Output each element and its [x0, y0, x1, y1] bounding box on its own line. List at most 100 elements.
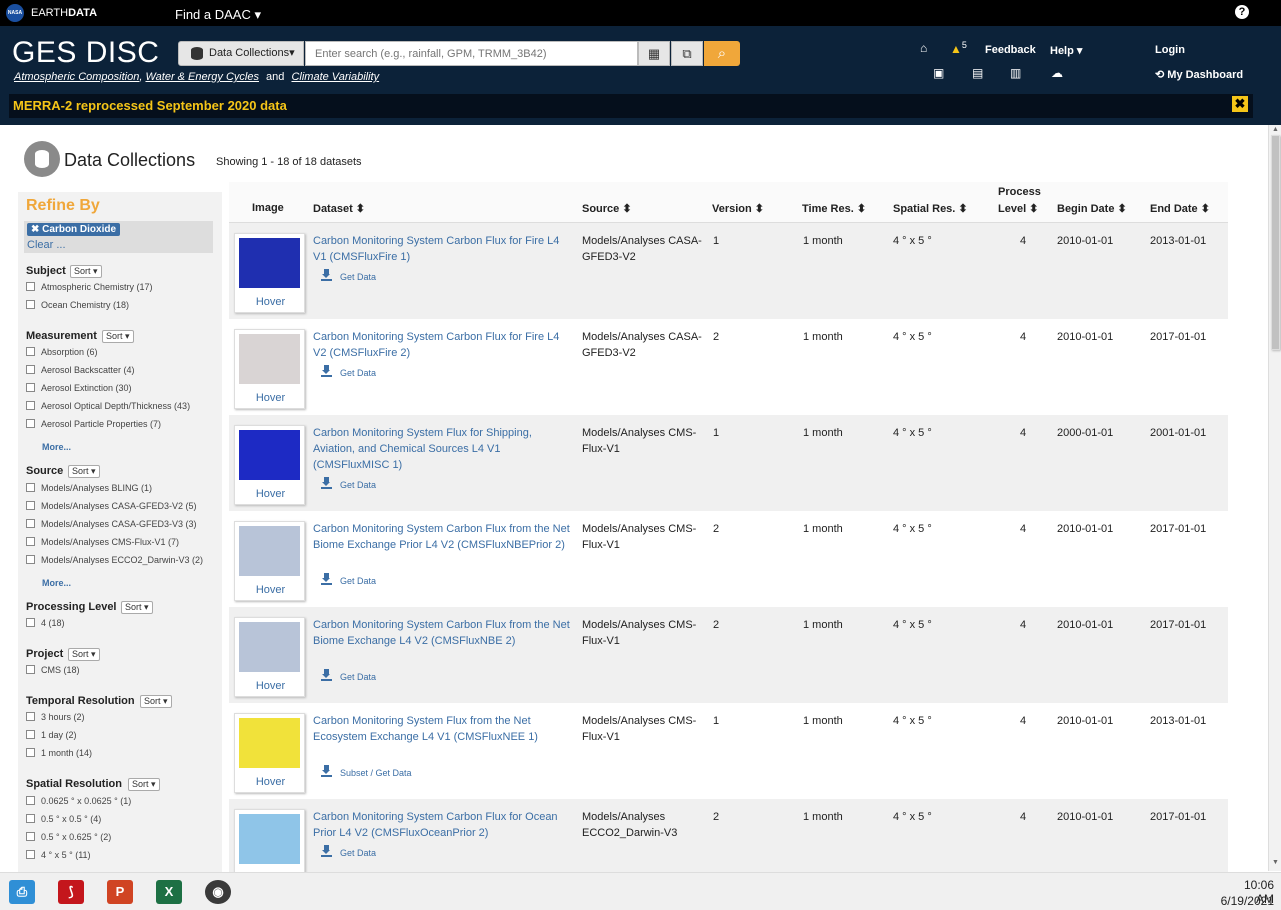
get-data-link[interactable]: Get Data — [321, 669, 376, 682]
facet-option[interactable]: 1 day (2) — [26, 729, 77, 742]
checkbox[interactable] — [26, 300, 35, 309]
acrobat-icon[interactable]: ⟆ — [58, 880, 84, 904]
more-link[interactable]: More... — [42, 442, 71, 452]
page-scrollbar[interactable]: ▲ ▼ — [1268, 125, 1281, 871]
earthdata-logo[interactable]: EARTHDATA — [31, 7, 97, 19]
powerpoint-icon[interactable]: P — [107, 880, 133, 904]
dataset-thumbnail[interactable]: Hover — [234, 713, 305, 793]
checkbox[interactable] — [26, 519, 35, 528]
checkbox[interactable] — [26, 537, 35, 546]
checkbox[interactable] — [26, 401, 35, 410]
checkbox[interactable] — [26, 748, 35, 757]
facet-option[interactable]: Models/Analyses CASA-GFED3-V2 (5) — [26, 500, 197, 513]
checkbox[interactable] — [26, 501, 35, 510]
help-menu[interactable]: Help ▾ — [1050, 44, 1082, 57]
feedback-link[interactable]: Feedback — [985, 44, 1036, 56]
facet-option[interactable]: Models/Analyses ECCO2_Darwin-V3 (2) — [26, 554, 203, 567]
more-link[interactable]: More... — [42, 578, 71, 588]
hover-link[interactable]: Hover — [235, 392, 306, 404]
checkbox[interactable] — [26, 832, 35, 841]
facet-option[interactable]: 4 (18) — [26, 617, 65, 630]
checkbox[interactable] — [26, 850, 35, 859]
site-title[interactable]: GES DISC — [12, 36, 159, 70]
checkbox[interactable] — [26, 282, 35, 291]
youtube-icon[interactable]: ▤ — [972, 66, 983, 80]
hover-link[interactable]: Hover — [235, 680, 306, 692]
scroll-down-icon[interactable]: ▼ — [1272, 859, 1279, 866]
filter-chip-carbon-dioxide[interactable]: ✖ Carbon Dioxide — [27, 223, 121, 236]
checkbox[interactable] — [26, 814, 35, 823]
search-button[interactable]: ⌕ — [704, 41, 740, 66]
checkbox[interactable] — [26, 555, 35, 564]
scroll-up-icon[interactable]: ▲ — [1272, 126, 1279, 133]
facet-option[interactable]: Ocean Chemistry (18) — [26, 299, 129, 312]
link-water-energy[interactable]: Water & Energy Cycles — [145, 71, 259, 83]
dataset-thumbnail[interactable]: Hover — [234, 521, 305, 601]
col-source[interactable]: Source ⬍ — [582, 202, 632, 215]
scrollbar-thumb[interactable] — [1271, 135, 1280, 350]
col-process-level[interactable]: Level ⬍ — [998, 202, 1038, 215]
facet-option[interactable]: 1 month (14) — [26, 747, 92, 760]
dataset-link[interactable]: Carbon Monitoring System Carbon Flux for… — [313, 329, 573, 361]
dataset-link[interactable]: Carbon Monitoring System Carbon Flux for… — [313, 233, 573, 265]
clock-date[interactable]: 6/19/2021 — [1214, 894, 1274, 908]
dataset-thumbnail[interactable]: Hover — [234, 617, 305, 697]
sort-button[interactable]: Sort ▾ — [70, 265, 102, 278]
nasa-logo[interactable]: NASA — [6, 4, 24, 22]
facet-option[interactable]: 4 ° x 5 ° (11) — [26, 849, 91, 862]
checkbox[interactable] — [26, 712, 35, 721]
help-icon[interactable]: ? — [1235, 5, 1249, 19]
get-data-link[interactable]: Subset / Get Data — [321, 765, 412, 778]
excel-icon[interactable]: X — [156, 880, 182, 904]
dataset-thumbnail[interactable]: Hover — [234, 809, 305, 872]
facet-option[interactable]: Aerosol Backscatter (4) — [26, 364, 135, 377]
hover-link[interactable]: Hover — [235, 584, 306, 596]
checkbox[interactable] — [26, 665, 35, 674]
get-data-link[interactable]: Get Data — [321, 845, 376, 858]
login-link[interactable]: Login — [1155, 44, 1185, 56]
link-climate-variability[interactable]: Climate Variability — [291, 71, 379, 83]
dataset-thumbnail[interactable]: Hover — [234, 329, 305, 409]
sort-button[interactable]: Sort ▾ — [102, 330, 134, 343]
data-collections-dropdown[interactable]: Data Collections▾ — [178, 41, 304, 66]
get-data-link[interactable]: Get Data — [321, 573, 376, 586]
checkbox[interactable] — [26, 383, 35, 392]
col-time-res[interactable]: Time Res. ⬍ — [802, 202, 866, 215]
facet-option[interactable]: 3 hours (2) — [26, 711, 85, 724]
dataset-link[interactable]: Carbon Monitoring System Flux for Shippi… — [313, 425, 573, 473]
alert-icon[interactable]: ▲5 — [950, 40, 967, 56]
news-icon[interactable]: ▥ — [1010, 66, 1021, 80]
col-dataset[interactable]: Dataset ⬍ — [313, 202, 365, 215]
link-atmospheric-composition[interactable]: Atmospheric Composition — [14, 71, 139, 83]
facet-option[interactable]: 0.5 ° x 0.5 ° (4) — [26, 813, 101, 826]
media-player-icon[interactable]: ◉ — [205, 880, 231, 904]
col-spatial-res[interactable]: Spatial Res. ⬍ — [893, 202, 968, 215]
facet-option[interactable]: Atmospheric Chemistry (17) — [26, 281, 153, 294]
dataset-thumbnail[interactable]: Hover — [234, 233, 305, 313]
col-version[interactable]: Version ⬍ — [712, 202, 764, 215]
dataset-link[interactable]: Carbon Monitoring System Flux from the N… — [313, 713, 573, 745]
sort-button[interactable]: Sort ▾ — [128, 778, 160, 791]
checkbox[interactable] — [26, 347, 35, 356]
close-icon[interactable]: ✖ — [1232, 96, 1248, 112]
facet-option[interactable]: CMS (18) — [26, 664, 80, 677]
get-data-link[interactable]: Get Data — [321, 269, 376, 282]
facet-option[interactable]: Aerosol Extinction (30) — [26, 382, 132, 395]
checkbox[interactable] — [26, 796, 35, 805]
get-data-link[interactable]: Get Data — [321, 477, 376, 490]
dashboard-link[interactable]: ⟲ My Dashboard — [1155, 68, 1243, 81]
facet-option[interactable]: Models/Analyses CMS-Flux-V1 (7) — [26, 536, 179, 549]
hover-link[interactable]: Hover — [235, 296, 306, 308]
facet-option[interactable]: Models/Analyses BLING (1) — [26, 482, 152, 495]
twitter-icon[interactable]: ▣ — [933, 66, 944, 80]
sort-button[interactable]: Sort ▾ — [140, 695, 172, 708]
dataset-link[interactable]: Carbon Monitoring System Carbon Flux fro… — [313, 617, 573, 649]
sort-button[interactable]: Sort ▾ — [68, 648, 100, 661]
app-icon[interactable]: ⎙ — [9, 880, 35, 904]
checkbox[interactable] — [26, 483, 35, 492]
facet-option[interactable]: Aerosol Particle Properties (7) — [26, 418, 161, 431]
hover-link[interactable]: Hover — [235, 776, 306, 788]
find-daac-menu[interactable]: Find a DAAC ▾ — [175, 7, 261, 23]
map-icon[interactable]: ⧉ — [671, 41, 703, 66]
col-process-level-line1[interactable]: Process — [998, 186, 1041, 198]
